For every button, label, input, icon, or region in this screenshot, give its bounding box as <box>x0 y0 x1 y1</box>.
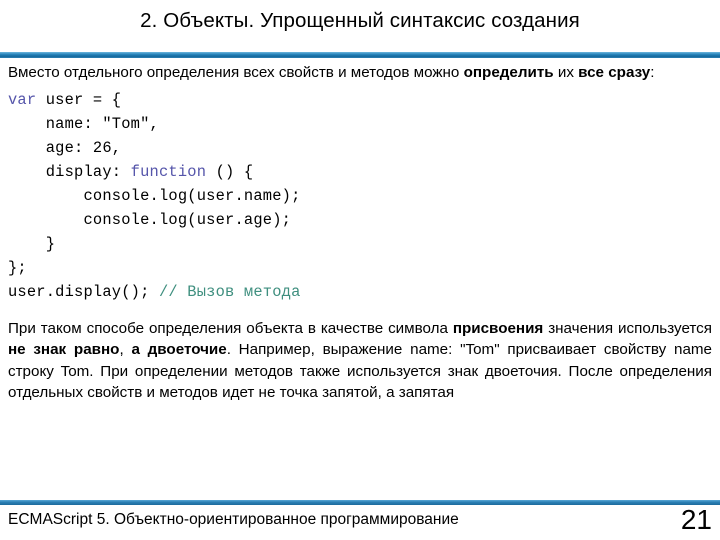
slide: 2. Объекты. Упрощенный синтаксис создани… <box>0 0 720 540</box>
outro-text-part2: значения используется <box>543 319 712 337</box>
code-line-3: age: 26, <box>8 138 122 157</box>
code-block: var user = { name: "Tom", age: 26, displ… <box>8 88 712 304</box>
code-keyword-var: var <box>8 90 37 109</box>
code-comment: // Вызов метода <box>158 282 301 301</box>
intro-paragraph: Вместо отдельного определения всех свойс… <box>8 62 712 84</box>
outro-text-part1: При таком способе определения объекта в … <box>8 319 453 337</box>
intro-text-part3: : <box>650 64 655 81</box>
page-title: 2. Объекты. Упрощенный синтаксис создани… <box>140 9 580 32</box>
footer: ECMAScript 5. Объектно-ориентированное п… <box>0 504 720 540</box>
outro-bold-a-dvoetochie: а двоеточие <box>131 341 227 358</box>
intro-bold-vse-srazu: все сразу <box>578 64 651 81</box>
code-line-4-prefix: display: <box>8 162 131 181</box>
code-line-9-call: user.display(); <box>8 282 159 301</box>
intro-bold-opredelit: определить <box>463 64 554 81</box>
footer-label: ECMAScript 5. Объектно-ориентированное п… <box>8 511 459 528</box>
page-number: 21 <box>680 504 712 535</box>
code-keyword-function: function <box>130 162 207 181</box>
outro-bold-ne-znak-ravno: не знак равно <box>8 341 120 358</box>
code-line-2: name: "Tom", <box>8 114 159 133</box>
code-line-7: } <box>8 234 56 253</box>
intro-text-part1: Вместо отдельного определения всех свойс… <box>8 64 464 81</box>
outro-paragraph: При таком способе определения объекта в … <box>8 318 712 404</box>
intro-text-part2: их <box>553 64 579 81</box>
outro-bold-prisvoeniya: присвоения <box>452 319 544 337</box>
code-line-5: console.log(user.name); <box>8 186 301 205</box>
outro-text-part3: , <box>119 341 132 358</box>
code-line-4-suffix: () { <box>206 162 254 181</box>
code-line-1-rest: user = { <box>36 90 122 109</box>
code-line-6: console.log(user.age); <box>8 210 292 229</box>
header-divider <box>0 52 720 58</box>
code-line-8: }; <box>8 258 27 277</box>
slide-content: Вместо отдельного определения всех свойс… <box>8 62 712 404</box>
title-area: 2. Объекты. Упрощенный синтаксис создани… <box>0 8 720 34</box>
